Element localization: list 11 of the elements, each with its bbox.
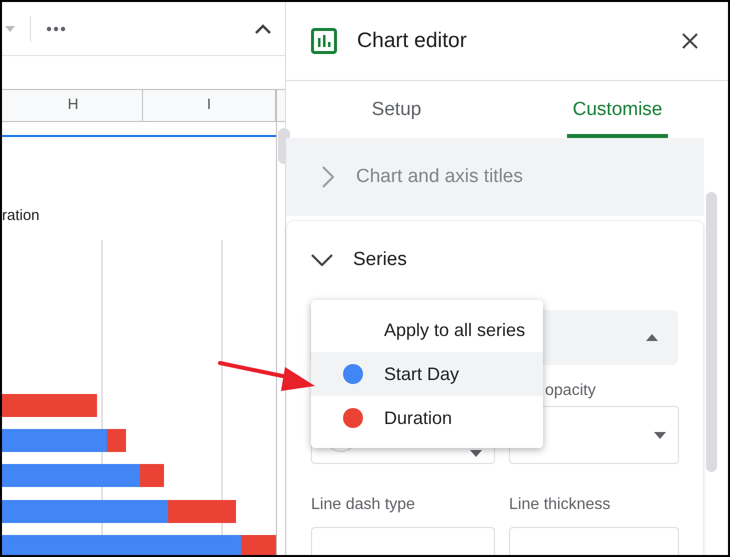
panel-title: Chart editor <box>357 28 467 54</box>
column-header[interactable]: H <box>2 90 143 121</box>
field-label: opacity <box>544 381 596 401</box>
menu-item[interactable]: Duration <box>311 396 543 440</box>
menu-item[interactable]: Start Day <box>311 352 543 396</box>
chart-title: ration <box>2 206 40 226</box>
tab[interactable]: Setup <box>286 81 507 138</box>
field-label: Line thickness <box>509 495 610 515</box>
menu-item[interactable]: Apply to all series <box>311 308 543 352</box>
field-label: Line dash type <box>311 495 416 515</box>
section-header[interactable]: Series <box>311 221 407 299</box>
